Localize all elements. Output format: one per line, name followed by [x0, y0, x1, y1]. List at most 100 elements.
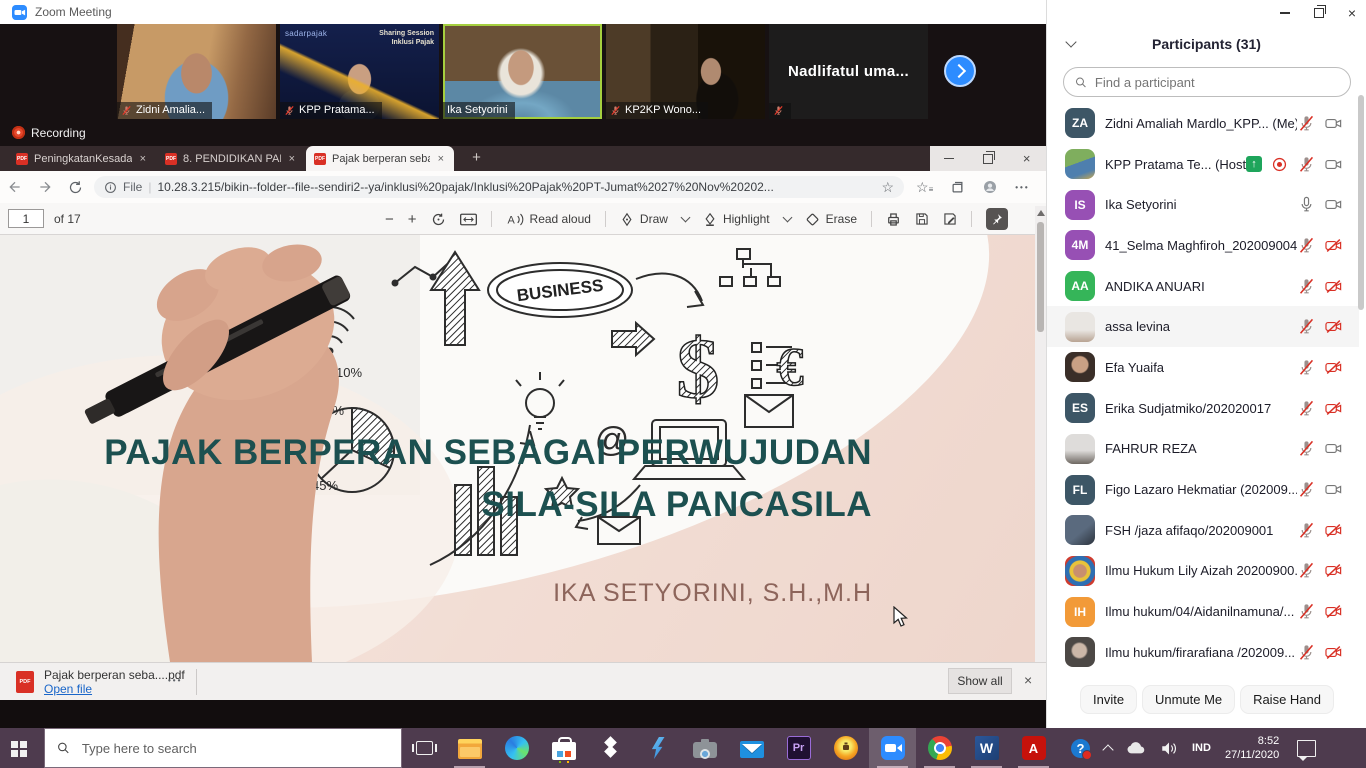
new-tab-button[interactable]: + — [468, 150, 485, 167]
taskbar-search-box[interactable] — [44, 728, 402, 768]
participant-row[interactable]: AAANDIKA ANUARI — [1047, 266, 1359, 307]
participant-row[interactable]: ISIka Setyorini — [1047, 184, 1359, 225]
onedrive-cloud-icon[interactable] — [1126, 741, 1146, 755]
page-number-input[interactable] — [8, 209, 44, 228]
minimize-button[interactable] — [934, 146, 964, 171]
rotate-icon[interactable] — [431, 212, 446, 227]
draw-dropdown-icon[interactable] — [680, 213, 690, 223]
browser-tab[interactable]: PDF Pajak berperan sebagai perwuju × — [306, 146, 454, 171]
highlight-pen-icon[interactable] — [703, 212, 717, 227]
taskbar-app-edge[interactable] — [493, 728, 540, 768]
participant-row[interactable]: ESErika Sudjatmiko/202020017 — [1047, 388, 1359, 429]
draw-pen-icon[interactable] — [620, 212, 634, 227]
draw-label[interactable]: Draw — [640, 212, 668, 226]
taskbar-app-mail[interactable] — [728, 728, 775, 768]
participant-row[interactable]: ZAZidni Amaliah Mardlo_KPP... (Me) — [1047, 103, 1359, 144]
taskbar-app-secure-browser[interactable] — [822, 728, 869, 768]
highlight-label[interactable]: Highlight — [723, 212, 770, 226]
taskbar-app-camera[interactable] — [681, 728, 728, 768]
taskbar-app-acrobat[interactable]: A — [1010, 728, 1057, 768]
save-as-icon[interactable] — [943, 212, 957, 226]
taskbar-app-word[interactable]: W — [963, 728, 1010, 768]
refresh-button[interactable] — [60, 180, 90, 195]
profile-avatar-icon[interactable] — [982, 179, 998, 195]
browser-tab[interactable]: PDF 8. PENDIDIKAN PANCASILA.pdf × — [157, 146, 305, 171]
video-thumbnail[interactable]: Ika Setyorini — [443, 24, 602, 119]
erase-icon[interactable] — [805, 212, 820, 227]
panel-scrollbar-thumb[interactable] — [1358, 95, 1364, 310]
save-icon[interactable] — [915, 212, 929, 226]
taskbar-app-dropbox[interactable] — [587, 728, 634, 768]
participant-row[interactable]: IHIlmu hukum/04/Aidanilnamuna/... — [1047, 591, 1359, 632]
scrollbar-thumb[interactable] — [1037, 222, 1044, 332]
task-view-button[interactable] — [402, 728, 446, 768]
favorite-star-icon[interactable]: ☆ — [881, 179, 894, 196]
collections-icon[interactable] — [950, 180, 965, 195]
taskbar-clock[interactable]: 8:52 27/11/2020 — [1225, 734, 1279, 762]
start-button[interactable] — [0, 728, 44, 768]
find-participant-box[interactable] — [1063, 67, 1351, 97]
highlight-dropdown-icon[interactable] — [782, 213, 792, 223]
browser-menu-icon[interactable]: ••• — [1015, 183, 1029, 192]
raise-hand-button[interactable]: Raise Hand — [1241, 686, 1333, 713]
favorites-bar-icon[interactable]: ☆≡ — [916, 179, 933, 196]
participant-row[interactable]: Ilmu hukum/firarafiana /202009... — [1047, 632, 1359, 673]
mic-muted-icon — [1297, 561, 1316, 580]
show-all-button[interactable]: Show all — [948, 668, 1012, 694]
taskbar-app-premiere[interactable]: Pr — [775, 728, 822, 768]
video-thumbnail[interactable]: sadarpajakSharing SessionInklusi PajakKP… — [280, 24, 439, 119]
zoom-in-button[interactable]: + — [408, 211, 417, 228]
participant-row[interactable]: KPP Pratama Te... (Host)↑ — [1047, 144, 1359, 185]
address-bar[interactable]: File | 10.28.3.215/bikin--folder--file--… — [94, 176, 904, 198]
open-file-link[interactable]: Open file — [44, 682, 92, 696]
tab-close-icon[interactable]: × — [436, 153, 446, 165]
action-center-icon[interactable] — [1297, 740, 1316, 757]
video-thumbnail[interactable]: Zidni Amalia... — [117, 24, 276, 119]
taskbar-app-zap[interactable] — [634, 728, 681, 768]
browser-tab[interactable]: PDF PeningkatanKesadaranPajakDala × — [8, 146, 156, 171]
tray-expand-chevron-icon[interactable] — [1102, 744, 1113, 755]
read-aloud-label[interactable]: Read aloud — [530, 212, 591, 226]
participant-row[interactable]: Ilmu Hukum Lily Aizah 20200900... — [1047, 551, 1359, 592]
taskbar-app-zoom[interactable] — [869, 728, 916, 768]
help-notification-icon[interactable]: ? — [1071, 739, 1090, 758]
download-more-icon[interactable]: ••• — [168, 676, 182, 685]
zoom-out-button[interactable]: − — [385, 211, 394, 228]
find-participant-input[interactable] — [1093, 74, 1339, 91]
read-aloud-icon[interactable]: A — [506, 212, 524, 227]
pdf-scrollbar[interactable] — [1035, 206, 1046, 662]
scroll-up-icon[interactable] — [1037, 210, 1045, 216]
forward-button[interactable] — [30, 179, 60, 195]
restore-button[interactable] — [973, 146, 1003, 171]
fit-to-width-icon[interactable] — [460, 212, 477, 227]
pin-toolbar-button[interactable] — [986, 208, 1008, 230]
back-button[interactable] — [0, 179, 30, 195]
close-button[interactable]: × — [1012, 146, 1042, 171]
participant-row[interactable]: FLFigo Lazaro Hekmatiar (202009... — [1047, 469, 1359, 510]
video-thumbnail[interactable]: Nadlifatul uma... — [769, 24, 928, 119]
panel-restore-button[interactable] — [1314, 8, 1324, 18]
print-icon[interactable] — [886, 212, 901, 227]
tab-close-icon[interactable]: × — [138, 153, 148, 165]
tab-close-icon[interactable]: × — [287, 153, 297, 165]
speaker-icon[interactable] — [1160, 741, 1178, 756]
download-bar-close-icon[interactable]: × — [1024, 672, 1032, 688]
video-thumbnail[interactable]: KP2KP Wono... — [606, 24, 765, 119]
erase-label[interactable]: Erase — [826, 212, 857, 226]
panel-minimize-button[interactable] — [1280, 12, 1290, 13]
taskbar-search-input[interactable] — [80, 740, 389, 757]
forward-arrow-icon — [37, 179, 53, 195]
participant-row[interactable]: Efa Yuaifa — [1047, 347, 1359, 388]
participant-row[interactable]: assa levina — [1047, 306, 1359, 347]
participant-row[interactable]: 4M41_Selma Maghfiroh_2020090040 — [1047, 225, 1359, 266]
invite-button[interactable]: Invite — [1081, 686, 1136, 713]
taskbar-app-store[interactable] — [540, 728, 587, 768]
panel-close-icon[interactable]: × — [1348, 5, 1356, 21]
taskbar-app-chrome[interactable] — [916, 728, 963, 768]
taskbar-app-file-explorer[interactable] — [446, 728, 493, 768]
next-participants-button[interactable] — [944, 55, 976, 87]
unmute-me-button[interactable]: Unmute Me — [1143, 686, 1234, 713]
participant-row[interactable]: FAHRUR REZA — [1047, 429, 1359, 470]
language-indicator[interactable]: IND — [1192, 742, 1211, 754]
participant-row[interactable]: FSH /jaza afifaqo/202009001 — [1047, 510, 1359, 551]
